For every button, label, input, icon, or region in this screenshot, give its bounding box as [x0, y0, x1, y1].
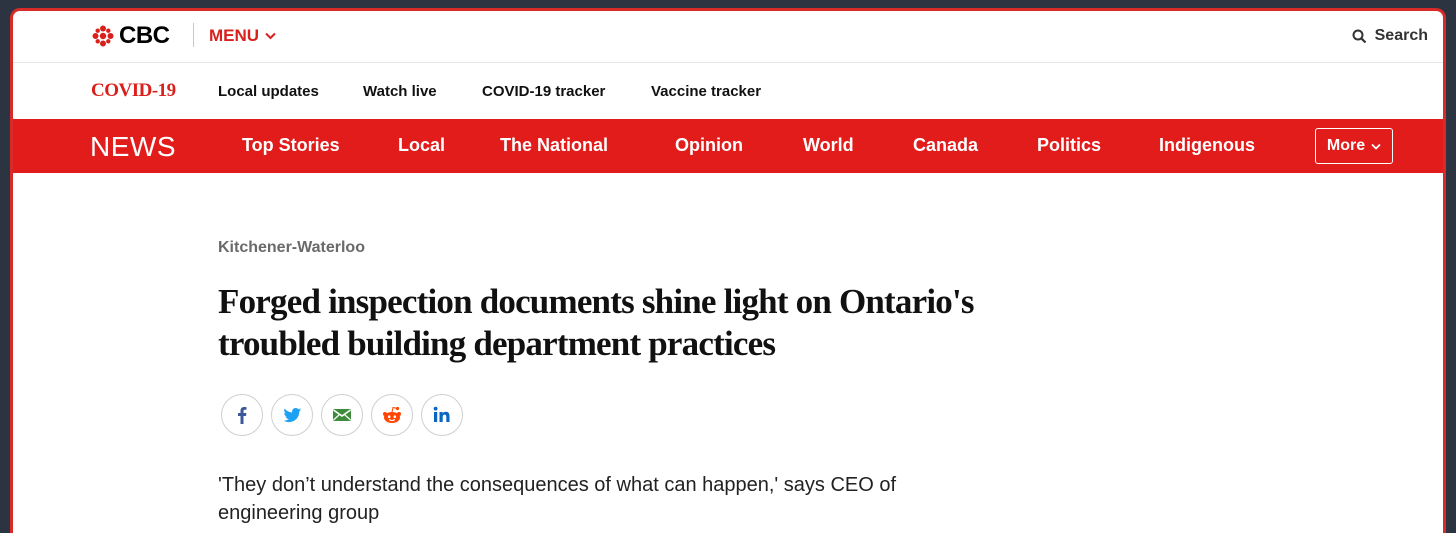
- nav-item-politics[interactable]: Politics: [1037, 135, 1101, 156]
- search-button[interactable]: Search: [1352, 24, 1428, 48]
- twitter-icon: [283, 408, 301, 423]
- covid-link-vaccine-tracker[interactable]: Vaccine tracker: [651, 83, 761, 100]
- covid-link-watch-live[interactable]: Watch live: [363, 83, 437, 100]
- nav-item-opinion[interactable]: Opinion: [675, 135, 743, 156]
- chevron-down-icon: [265, 32, 276, 40]
- logo-divider: [193, 23, 194, 47]
- covid-link-local-updates[interactable]: Local updates: [218, 83, 319, 100]
- nav-item-world[interactable]: World: [803, 135, 854, 156]
- news-nav: NEWS Top Stories Local The National Opin…: [13, 119, 1443, 173]
- article-headline: Forged inspection documents shine light …: [218, 282, 975, 363]
- share-twitter-button[interactable]: [271, 394, 313, 436]
- facebook-icon: [238, 407, 247, 424]
- nav-item-indigenous[interactable]: Indigenous: [1159, 135, 1255, 156]
- share-email-button[interactable]: [321, 394, 363, 436]
- menu-button[interactable]: MENU: [209, 24, 276, 48]
- covid-label[interactable]: COVID-19: [91, 80, 176, 102]
- search-icon: [1352, 29, 1366, 43]
- reddit-icon: [383, 406, 401, 423]
- menu-label: MENU: [209, 26, 260, 45]
- cbc-gem-icon: [92, 25, 114, 47]
- share-reddit-button[interactable]: [371, 394, 413, 436]
- cbc-logo[interactable]: CBC: [91, 22, 170, 49]
- section-label[interactable]: Kitchener-Waterloo: [218, 239, 365, 257]
- browser-frame: CBC MENU Search COVID-19 Local updates W…: [0, 0, 1456, 533]
- share-facebook-button[interactable]: [221, 394, 263, 436]
- page: CBC MENU Search COVID-19 Local updates W…: [10, 8, 1446, 533]
- article-deck: 'They don’t understand the consequences …: [218, 474, 897, 524]
- linkedin-icon: [433, 406, 450, 422]
- share-linkedin-button[interactable]: [421, 394, 463, 436]
- nav-item-canada[interactable]: Canada: [913, 135, 978, 156]
- covid-bar: COVID-19 Local updates Watch live COVID-…: [13, 63, 1443, 119]
- chevron-down-icon: [1371, 143, 1381, 150]
- share-row: [221, 394, 463, 436]
- nav-item-top-stories[interactable]: Top Stories: [242, 135, 340, 156]
- email-icon: [333, 409, 351, 421]
- nav-item-the-national[interactable]: The National: [500, 135, 608, 156]
- search-label: Search: [1374, 27, 1428, 44]
- more-button[interactable]: More: [1315, 128, 1393, 164]
- top-bar: CBC MENU Search: [13, 11, 1443, 63]
- nav-item-local[interactable]: Local: [398, 135, 445, 156]
- more-label: More: [1326, 137, 1366, 154]
- logo-text: CBC: [119, 22, 170, 49]
- news-label[interactable]: NEWS: [90, 131, 176, 163]
- covid-link-covid-tracker[interactable]: COVID-19 tracker: [482, 83, 605, 100]
